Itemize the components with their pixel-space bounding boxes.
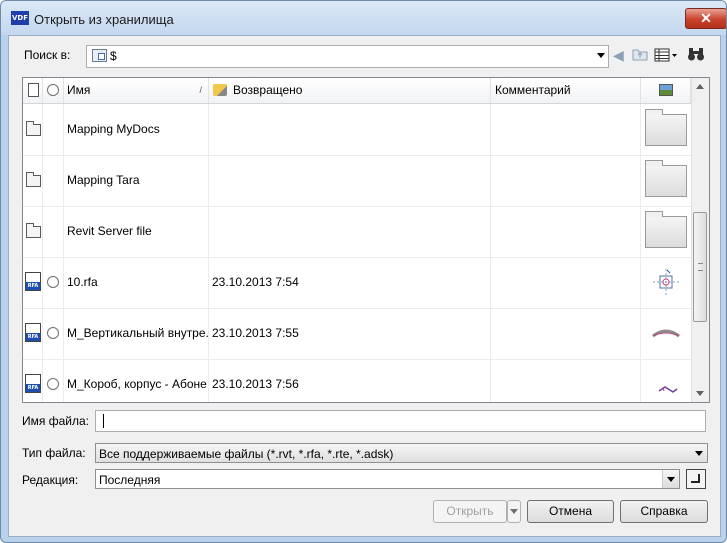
sort-indicator-icon: / [199,85,202,95]
status-circle-icon [47,276,59,288]
rfa-file-icon: RFA [25,323,41,342]
cancel-button[interactable]: Отмена [527,500,614,523]
file-date: 23.10.2013 7:54 [209,257,491,308]
vertical-scrollbar[interactable] [691,78,709,402]
file-name: M_Вертикальный внутре... [64,308,209,359]
filename-input[interactable] [95,410,706,432]
filetype-label: Тип файла: [22,446,86,460]
dialog-body: Поиск в: $ ◀ Имя / Возвращено Комментарий [8,35,721,537]
list-item[interactable]: Revit Server file [23,206,691,258]
file-name: 10.rfa [64,257,209,308]
family-thumbnail [658,386,678,393]
lookin-value: $ [110,49,117,63]
folder-icon [26,121,41,136]
file-list[interactable]: Имя / Возвращено Комментарий Mapping MyDo… [22,77,710,403]
header-type-column[interactable] [23,78,43,103]
file-list-header: Имя / Возвращено Комментарий [23,78,691,104]
vault-folder-icon [92,49,107,62]
filetype-select[interactable]: Все поддерживаемые файлы (*.rvt, *.rfa, … [95,443,708,463]
folder-thumbnail [645,160,687,197]
file-date: 23.10.2013 7:56 [209,359,491,402]
header-name-column[interactable]: Имя / [64,78,209,103]
family-thumbnail [652,329,680,338]
chevron-down-icon [510,509,518,514]
file-name: M_Короб, корпус - Абоне... [64,359,209,402]
filetype-value: Все поддерживаемые файлы (*.rvt, *.rfa, … [99,447,394,461]
rfa-file-icon: RFA [25,272,41,291]
revision-label: Редакция: [22,473,79,487]
image-preview-icon [659,84,673,96]
list-item[interactable]: RFA M_Вертикальный внутре... 23.10.2013 … [23,308,691,360]
view-menu-icon[interactable] [654,48,678,65]
rfa-file-icon: RFA [25,374,41,393]
chevron-down-icon[interactable] [667,477,675,482]
lookin-label: Поиск в: [24,48,71,62]
header-comment-label: Комментарий [495,83,571,97]
list-item[interactable]: Mapping Tara [23,155,691,207]
scrollbar-thumb[interactable] [693,212,707,322]
header-name-label: Имя [67,83,91,97]
status-circle-icon [47,378,59,390]
list-item[interactable]: Mapping MyDocs [23,104,691,156]
grip-icon [698,263,703,271]
text-caret [103,414,104,428]
folder-up-icon[interactable] [632,47,648,64]
vdf-app-icon: VDF [11,11,29,25]
folder-thumbnail [645,211,687,248]
file-date [209,206,491,257]
status-circle-icon [47,327,59,339]
scroll-up-icon[interactable] [696,84,704,89]
header-status-column[interactable] [43,78,64,103]
folder-icon [26,223,41,238]
back-arrow-icon[interactable]: ◀ [613,47,624,63]
status-circle-icon [47,84,59,96]
open-button[interactable]: Открыть [433,500,507,523]
file-name: Revit Server file [64,206,209,257]
file-name: Mapping MyDocs [64,104,209,155]
list-item[interactable]: RFA M_Короб, корпус - Абоне... 23.10.201… [23,359,691,402]
file-date [209,155,491,206]
filename-label: Имя файла: [22,414,89,428]
header-returned-label: Возвращено [233,83,303,97]
header-preview-column[interactable] [641,78,691,103]
document-icon [28,83,39,97]
rfa-badge: RFA [26,384,40,392]
help-button[interactable]: Справка [620,500,708,523]
open-from-vault-dialog: VDF Открыть из хранилища ✕ Поиск в: $ ◀ … [0,0,727,543]
title-bar: VDF Открыть из хранилища ✕ [1,1,726,35]
pencil-icon [213,84,227,96]
lookin-combobox[interactable]: $ [86,45,609,68]
file-date [209,104,491,155]
binoculars-icon[interactable] [687,46,705,65]
rfa-badge: RFA [26,282,40,290]
expand-arrow-icon[interactable] [686,469,706,489]
chevron-down-icon[interactable] [597,53,605,58]
list-item[interactable]: RFA 10.rfa 23.10.2013 7:54 [23,257,691,309]
chevron-down-icon[interactable] [695,451,703,456]
scroll-down-icon[interactable] [696,391,704,396]
file-date: 23.10.2013 7:55 [209,308,491,359]
header-comment-column[interactable]: Комментарий [491,78,641,103]
window-title: Открыть из хранилища [34,12,174,27]
folder-icon [26,172,41,187]
family-thumbnail [653,269,679,295]
folder-thumbnail [645,109,687,146]
rfa-badge: RFA [26,333,40,341]
revision-select[interactable]: Последняя [95,469,680,489]
file-name: Mapping Tara [64,155,209,206]
open-options-button[interactable] [507,500,521,523]
header-returned-column[interactable]: Возвращено [209,78,491,103]
revision-value: Последняя [99,473,161,487]
close-button[interactable]: ✕ [685,8,726,29]
